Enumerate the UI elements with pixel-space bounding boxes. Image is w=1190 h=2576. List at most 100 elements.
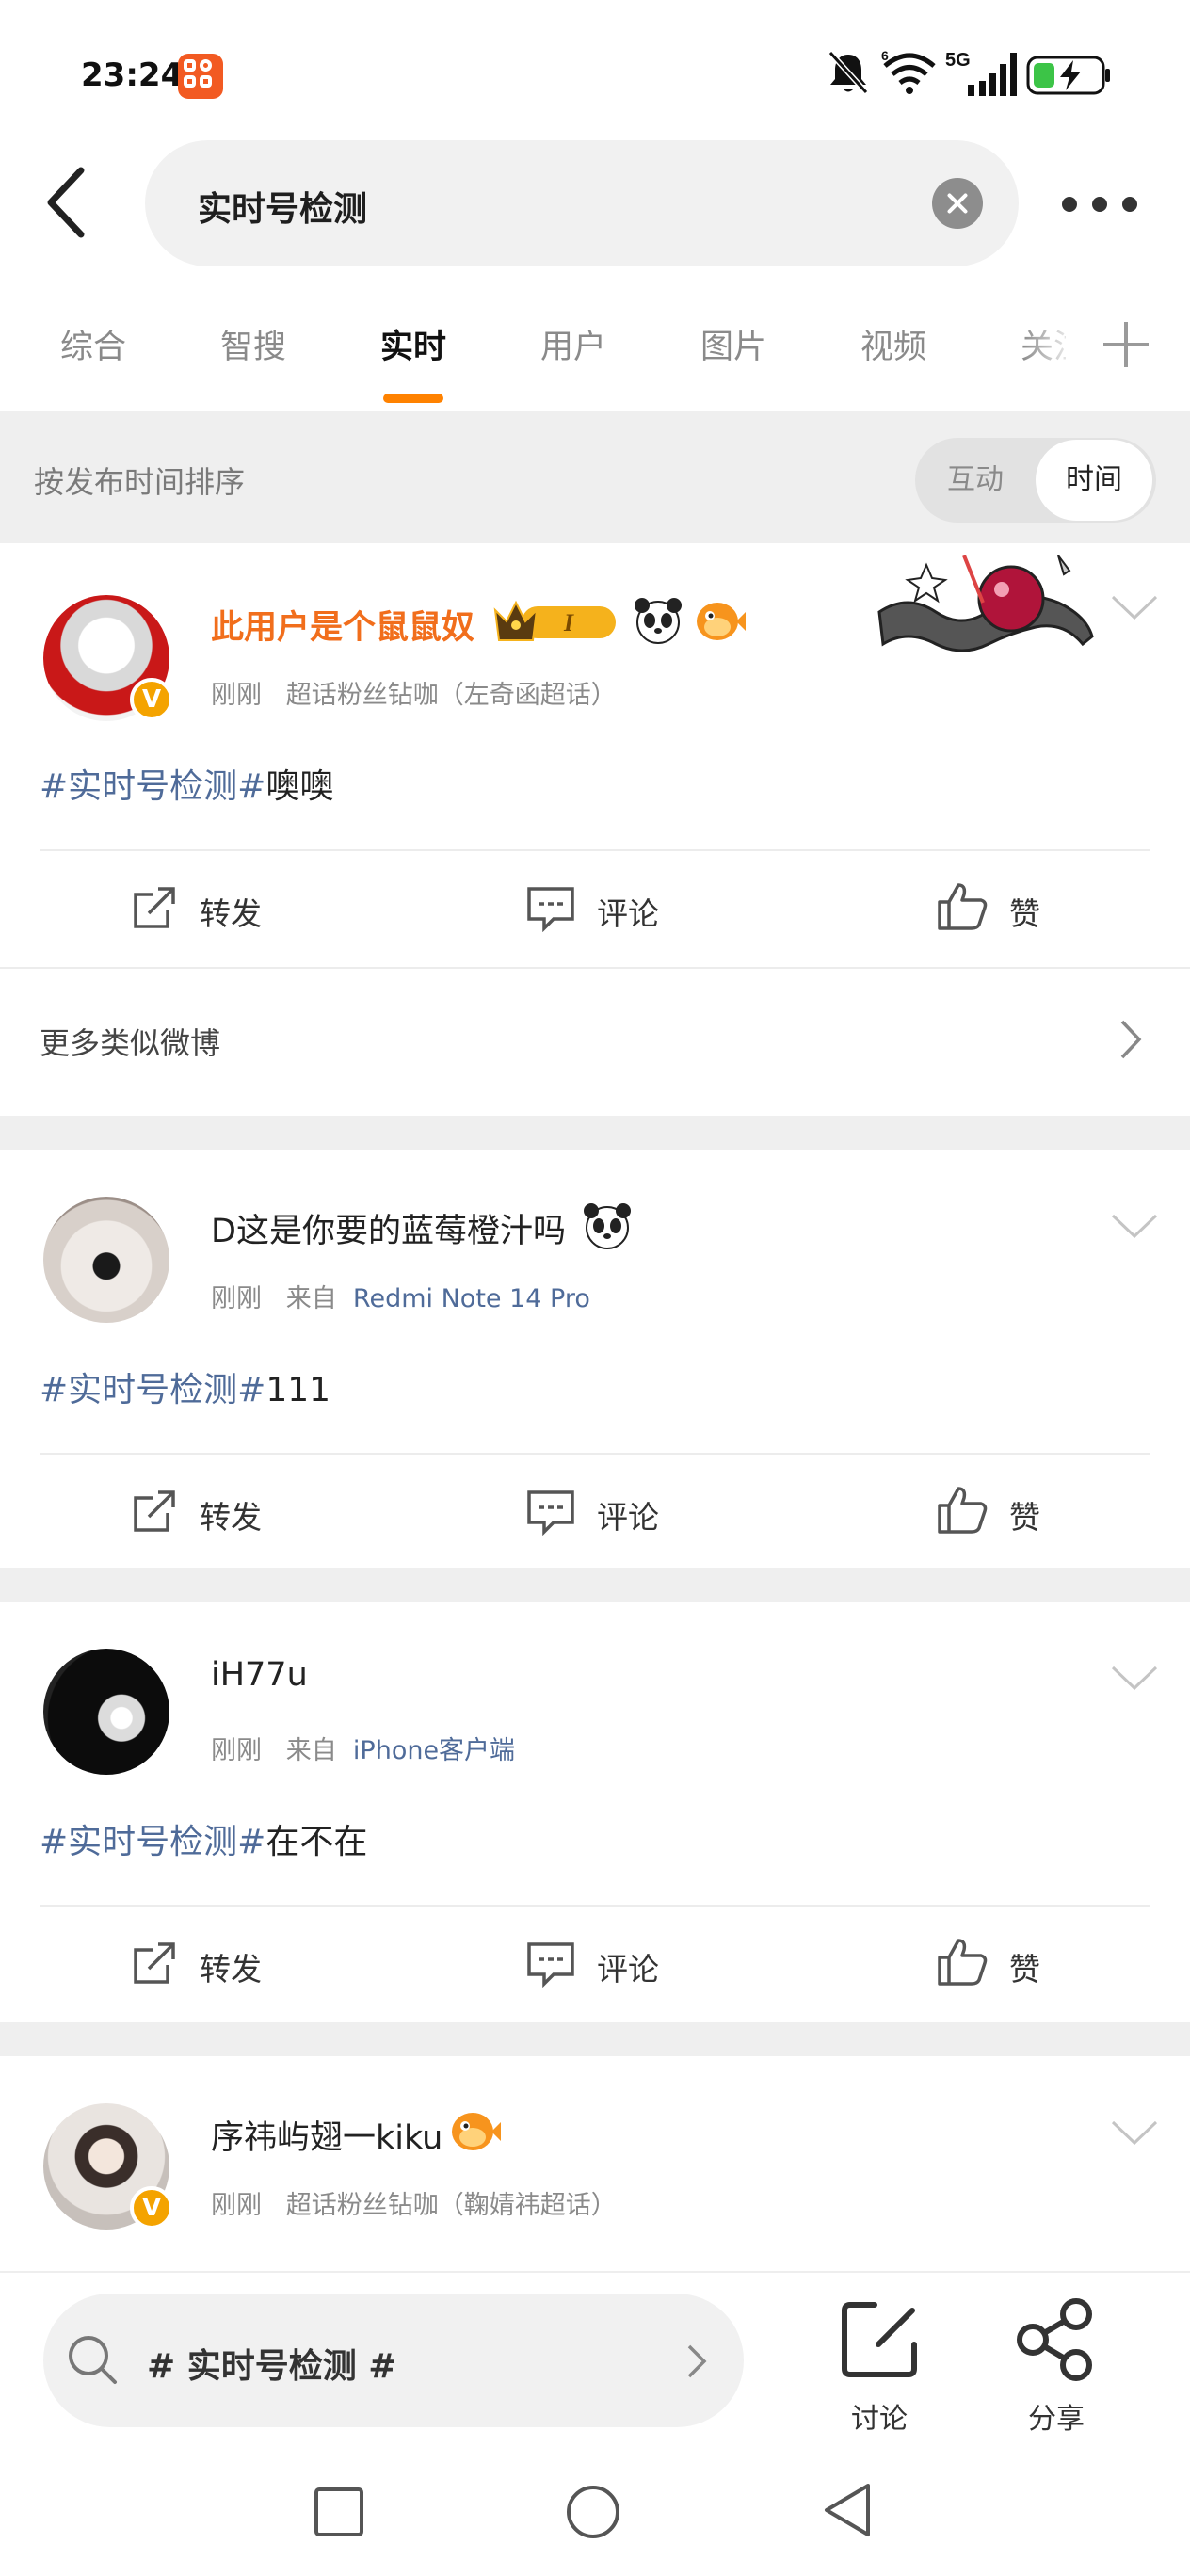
repost-button[interactable]: 转发 — [130, 879, 290, 936]
post-text: 111 — [265, 1371, 331, 1409]
post-card[interactable]: D这是你要的蓝莓橙汁吗 刚刚 来自 Redmi Note 14 Pro #实时号… — [0, 1150, 1190, 1568]
post-time: 刚刚 — [211, 1736, 262, 1765]
hashtag-link[interactable]: #实时号检测# — [40, 1823, 265, 1861]
repost-icon — [134, 887, 175, 928]
post-meta: 刚刚 来自 iPhone客户端 — [211, 1730, 515, 1766]
panda-emoji-icon — [635, 598, 682, 644]
tab-realtime[interactable]: 实时 — [380, 320, 446, 368]
mute-bell-icon — [828, 50, 869, 95]
username[interactable]: D这是你要的蓝莓橙汁吗 — [211, 1204, 566, 1252]
add-tab-icon[interactable] — [1103, 322, 1149, 367]
more-similar-label: 更多类似微博 — [40, 1025, 221, 1061]
tab-users[interactable]: 用户 — [540, 320, 606, 368]
tab-smart-search[interactable]: 智搜 — [220, 320, 286, 368]
post-source[interactable]: iPhone客户端 — [353, 1736, 515, 1765]
avatar[interactable] — [43, 1649, 169, 1775]
chevron-down-icon[interactable] — [1111, 1664, 1158, 1692]
chevron-right-icon — [1120, 1020, 1142, 1059]
post-body: #实时号检测#111 — [40, 1362, 330, 1411]
sort-option-time[interactable]: 时间 — [1036, 440, 1152, 521]
hashtag-link[interactable]: #实时号检测# — [40, 1371, 265, 1409]
repost-button[interactable]: 转发 — [130, 1935, 290, 1991]
post-card[interactable]: iH77u 刚刚 来自 iPhone客户端 #实时号检测#在不在 转发 评论 赞 — [0, 1602, 1190, 2022]
decorative-card-pendant-icon — [877, 555, 1094, 652]
sort-label: 按发布时间排序 — [34, 464, 246, 500]
share-label: 分享 — [1028, 2403, 1085, 2436]
thumbs-up-icon — [938, 883, 988, 930]
chevron-right-icon — [687, 2344, 707, 2378]
battery-charging-icon — [1026, 56, 1110, 95]
repost-icon — [134, 1942, 175, 1984]
avatar[interactable]: V — [43, 2103, 173, 2230]
tab-videos[interactable]: 视频 — [860, 320, 926, 368]
pufferfish-emoji-icon — [452, 2113, 501, 2150]
verified-badge-icon: V — [130, 2186, 173, 2230]
username[interactable]: iH77u — [211, 1656, 308, 1694]
hashtag-link[interactable]: #实时号检测# — [40, 767, 265, 806]
post-meta: 刚刚 超话粉丝钻咖（左奇函超话） — [211, 674, 617, 711]
post-source[interactable]: Redmi Note 14 Pro — [353, 1284, 590, 1313]
more-similar-row[interactable]: 更多类似微博 — [0, 969, 1190, 1110]
kuaishou-app-icon — [178, 54, 223, 99]
recent-apps-icon[interactable] — [313, 2486, 365, 2538]
sort-option-interaction[interactable]: 互动 — [915, 438, 1036, 523]
post-time: 刚刚 — [211, 681, 262, 710]
post-source: 超话粉丝钻咖（鞠婧祎超话） — [285, 2191, 617, 2220]
like-button[interactable]: 赞 — [936, 879, 1058, 936]
topic-search-bar[interactable]: # 实时号检测 # — [43, 2294, 744, 2427]
topic-label: # 实时号检测 # — [147, 2347, 397, 2386]
repost-button[interactable]: 转发 — [130, 1483, 290, 1539]
home-icon[interactable] — [565, 2484, 621, 2540]
username[interactable]: 序祎屿翅一kiku — [211, 2111, 442, 2159]
sort-bar: 按发布时间排序 互动 时间 — [0, 411, 1190, 543]
post-time: 刚刚 — [211, 2191, 262, 2220]
like-button[interactable]: 赞 — [936, 1483, 1058, 1539]
discuss-button[interactable]: 讨论 — [823, 2294, 936, 2436]
like-button[interactable]: 赞 — [936, 1935, 1058, 1991]
like-label: 赞 — [1009, 895, 1040, 932]
search-icon — [69, 2336, 117, 2384]
avatar[interactable] — [43, 1197, 169, 1323]
search-input[interactable]: 实时号检测 — [145, 140, 1019, 266]
comment-button[interactable]: 评论 — [525, 1935, 685, 1991]
chevron-down-icon[interactable] — [1111, 593, 1158, 621]
section-gap — [0, 1116, 1190, 1150]
panda-emoji-icon — [584, 1203, 631, 1249]
bottom-bar: # 实时号检测 # 讨论 分享 — [0, 2271, 1190, 2450]
comment-button[interactable]: 评论 — [525, 1483, 685, 1539]
chevron-down-icon[interactable] — [1111, 1212, 1158, 1240]
chevron-down-icon[interactable] — [1111, 2118, 1158, 2147]
username[interactable]: 此用户是个鼠鼠奴 — [211, 601, 474, 649]
section-gap — [0, 1568, 1190, 1602]
more-dots-icon[interactable] — [1058, 184, 1143, 221]
comment-icon — [527, 1490, 574, 1536]
divider — [40, 1453, 1150, 1455]
comment-icon — [527, 887, 574, 932]
clear-icon[interactable] — [932, 178, 983, 229]
repost-icon — [134, 1490, 175, 1532]
back-nav-icon[interactable] — [821, 2482, 874, 2538]
divider — [40, 849, 1150, 851]
share-button[interactable]: 分享 — [1000, 2294, 1113, 2436]
post-card[interactable]: V 序祎屿翅一kiku 刚刚 超话粉丝钻咖（鞠婧祎超话） — [0, 2056, 1190, 2271]
post-body: #实时号检测#在不在 — [40, 1814, 367, 1863]
comment-button[interactable]: 评论 — [525, 879, 685, 936]
back-button[interactable] — [40, 165, 105, 240]
wifi-badge: 6 — [881, 49, 889, 63]
avatar[interactable]: V — [43, 595, 173, 721]
post-time: 刚刚 — [211, 1284, 262, 1313]
tab-bar: 综合 智搜 实时 用户 图片 视频 关注 — [0, 301, 1190, 405]
post-source: 超话粉丝钻咖（左奇函超话） — [285, 681, 617, 710]
post-text: 在不在 — [265, 1823, 368, 1861]
network-label: 5G — [945, 50, 971, 71]
tab-images[interactable]: 图片 — [700, 320, 766, 368]
tab-comprehensive[interactable]: 综合 — [60, 320, 126, 368]
5g-signal-icon: 5G — [945, 50, 1017, 96]
divider — [0, 2271, 1190, 2273]
wifi-icon: 6 — [881, 49, 936, 94]
repost-label: 转发 — [200, 895, 262, 932]
status-bar: 23:24 6 5G — [0, 0, 1190, 141]
comment-label: 评论 — [597, 895, 659, 932]
post-card[interactable]: V 此用户是个鼠鼠奴 I 刚刚 超话粉丝钻咖（左奇函超话） #实时号检测#噢噢 … — [0, 546, 1190, 1116]
thumbs-up-icon — [938, 1939, 988, 1986]
